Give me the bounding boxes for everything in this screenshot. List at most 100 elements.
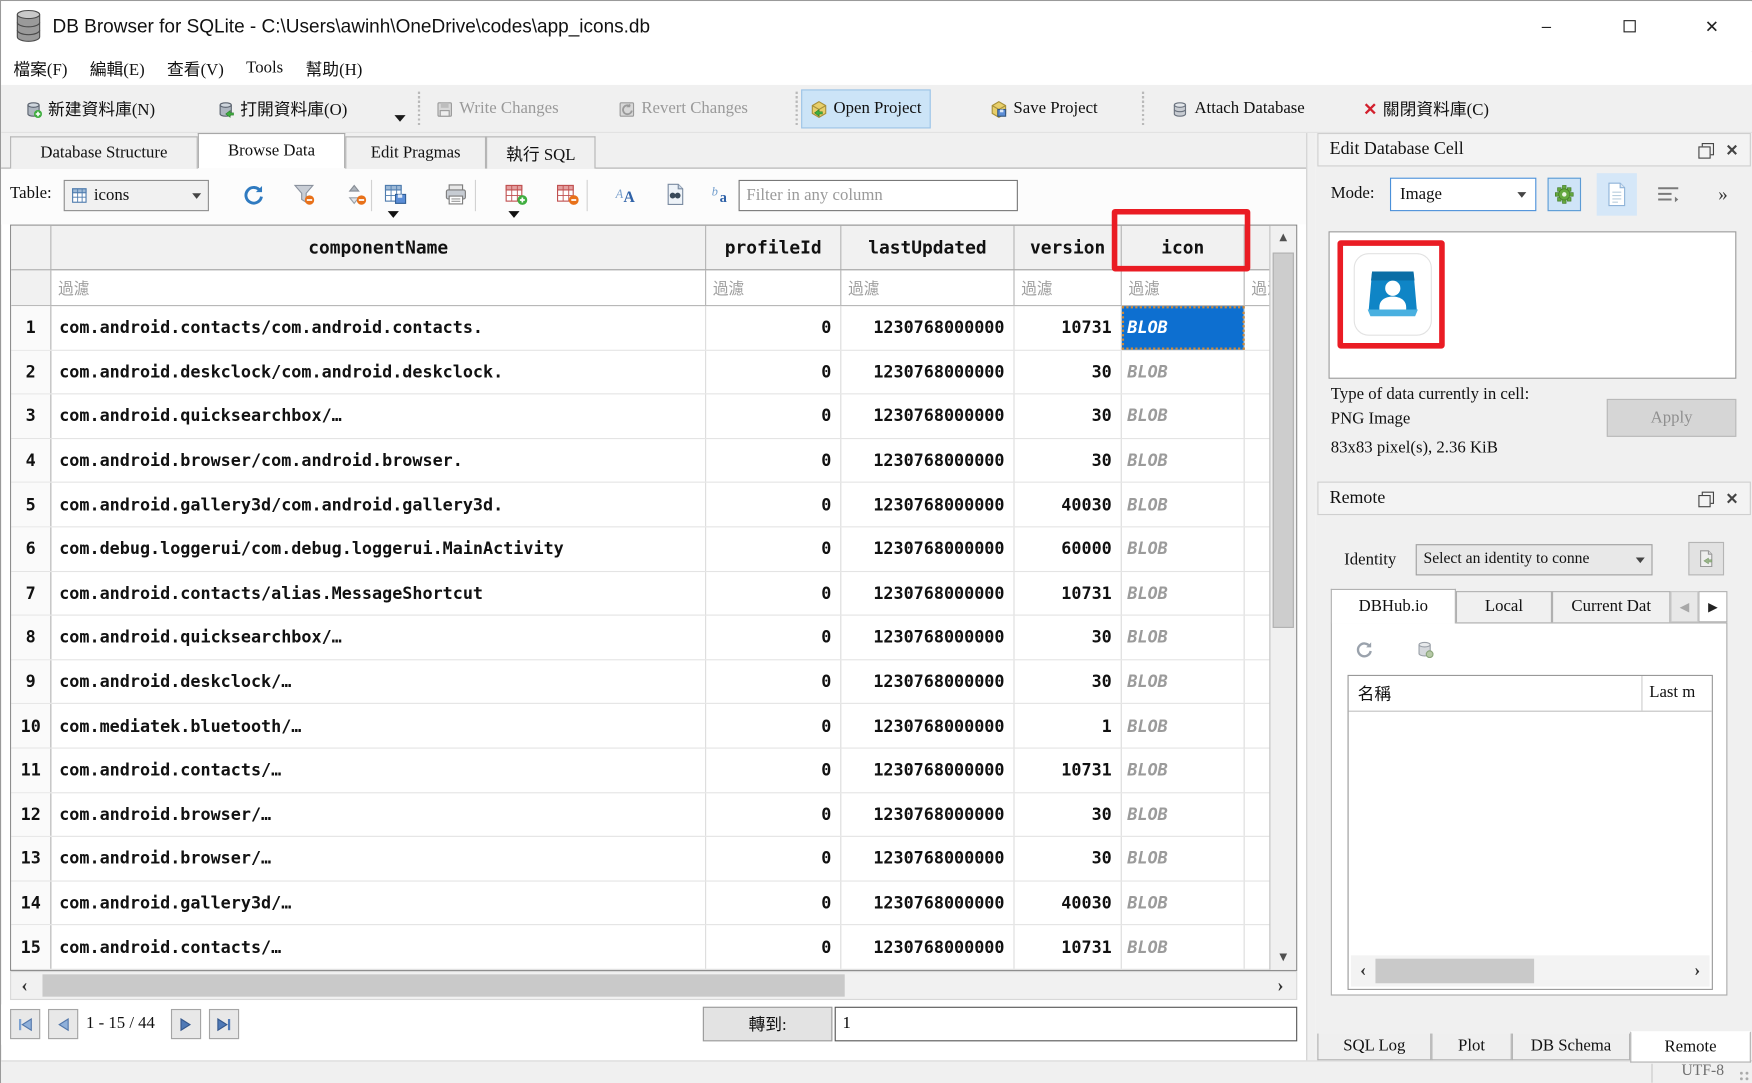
menu-item-tools[interactable]: Tools xyxy=(235,51,294,85)
cell-componentName[interactable]: com.android.deskclock/com.android.deskcl… xyxy=(51,350,706,393)
encoding-status[interactable]: UTF-8 xyxy=(1681,1063,1724,1081)
revert-changes-button[interactable]: Revert Changes xyxy=(610,89,756,128)
cell-version[interactable]: 60000 xyxy=(1015,527,1122,570)
row-number[interactable]: 4 xyxy=(11,439,51,482)
word-wrap-button[interactable] xyxy=(1653,180,1684,209)
row-number[interactable]: 6 xyxy=(11,527,51,570)
filter-input-icon[interactable]: 過濾 xyxy=(1122,270,1245,305)
vertical-scrollbar[interactable]: ▲ ▼ xyxy=(1269,226,1296,970)
row-number[interactable]: 5 xyxy=(11,483,51,526)
cell-profileId[interactable]: 0 xyxy=(706,483,841,526)
cell-lastUpdated[interactable]: 1230768000000 xyxy=(841,837,1014,880)
close-button[interactable]: ✕ xyxy=(1670,1,1752,51)
cell-componentName[interactable]: com.android.contacts/com.android.contact… xyxy=(51,306,706,349)
cell-icon[interactable]: BLOB xyxy=(1122,660,1245,703)
scroll-down-icon[interactable]: ▼ xyxy=(1270,945,1296,970)
menu-item-view[interactable]: 查看(V) xyxy=(156,51,235,85)
cell-version[interactable]: 10731 xyxy=(1015,572,1122,615)
cell-version[interactable]: 1 xyxy=(1015,704,1122,747)
dock-tab-plot[interactable]: Plot xyxy=(1431,1034,1511,1061)
cell-lastUpdated[interactable]: 1230768000000 xyxy=(841,660,1014,703)
cell-componentName[interactable]: com.android.quicksearchbox/… xyxy=(51,395,706,438)
goto-button[interactable]: 轉到: xyxy=(703,1007,833,1042)
write-changes-button[interactable]: Write Changes xyxy=(428,89,566,128)
column-header-name[interactable]: 名稱 xyxy=(1349,676,1643,711)
cell-icon[interactable]: BLOB xyxy=(1122,395,1245,438)
scroll-up-icon[interactable]: ▲ xyxy=(1270,226,1296,251)
scrollbar-thumb[interactable] xyxy=(1375,959,1534,984)
maximize-button[interactable] xyxy=(1588,1,1671,51)
cell-version[interactable]: 30 xyxy=(1015,660,1122,703)
filter-any-column-input[interactable] xyxy=(739,180,1018,211)
table-row[interactable]: 5com.android.gallery3d/com.android.galle… xyxy=(11,483,1296,527)
dock-tab-sql-log[interactable]: SQL Log xyxy=(1317,1034,1431,1061)
cell-componentName[interactable]: com.android.contacts/… xyxy=(51,926,706,969)
toolbar-overflow-button[interactable]: » xyxy=(1706,178,1737,212)
cell-version[interactable]: 30 xyxy=(1015,616,1122,659)
refresh-button[interactable] xyxy=(239,180,268,209)
row-number[interactable]: 12 xyxy=(11,793,51,836)
cell-lastUpdated[interactable]: 1230768000000 xyxy=(841,704,1014,747)
cell-componentName[interactable]: com.android.browser/… xyxy=(51,793,706,836)
print-button[interactable] xyxy=(441,180,470,209)
row-number[interactable]: 3 xyxy=(11,395,51,438)
cell-icon[interactable]: BLOB xyxy=(1122,350,1245,393)
table-row[interactable]: 7com.android.contacts/alias.MessageShort… xyxy=(11,572,1296,616)
clear-sorting-button[interactable] xyxy=(341,180,370,209)
cell-profileId[interactable]: 0 xyxy=(706,616,841,659)
column-header-last-modified[interactable]: Last m xyxy=(1643,684,1712,703)
cell-lastUpdated[interactable]: 1230768000000 xyxy=(841,395,1014,438)
tab-scroll-left-icon[interactable]: ◀ xyxy=(1670,591,1698,622)
cell-lastUpdated[interactable]: 1230768000000 xyxy=(841,572,1014,615)
open-database-button[interactable]: 打開資料庫(O) xyxy=(209,89,355,128)
table-row[interactable]: 3com.android.quicksearchbox/…01230768000… xyxy=(11,395,1296,439)
cell-profileId[interactable]: 0 xyxy=(706,660,841,703)
column-header-lastUpdated[interactable]: lastUpdated xyxy=(841,226,1014,270)
panel-splitter[interactable] xyxy=(1306,133,1315,1060)
table-row[interactable]: 11com.android.contacts/…0123076800000010… xyxy=(11,749,1296,793)
dock-tab-remote[interactable]: Remote xyxy=(1630,1031,1751,1062)
cell-icon[interactable]: BLOB xyxy=(1122,572,1245,615)
cell-version[interactable]: 30 xyxy=(1015,439,1122,482)
table-row[interactable]: 4com.android.browser/com.android.browser… xyxy=(11,439,1296,483)
column-header-profileId[interactable]: profileId xyxy=(706,226,841,270)
cell-componentName[interactable]: com.android.quicksearchbox/… xyxy=(51,616,706,659)
clear-filters-button[interactable] xyxy=(289,180,318,209)
cell-profileId[interactable]: 0 xyxy=(706,793,841,836)
find-in-cells-button[interactable] xyxy=(660,180,689,209)
menu-item-file[interactable]: 檔案(F) xyxy=(2,51,78,85)
row-number[interactable]: 11 xyxy=(11,749,51,792)
next-page-button[interactable] xyxy=(171,1009,201,1039)
column-header-version[interactable]: version xyxy=(1015,226,1122,270)
cell-lastUpdated[interactable]: 1230768000000 xyxy=(841,881,1014,924)
cell-icon[interactable]: BLOB xyxy=(1122,881,1245,924)
cell-profileId[interactable]: 0 xyxy=(706,926,841,969)
column-header-gutter[interactable] xyxy=(11,226,51,270)
table-row[interactable]: 9com.android.deskclock/…0123076800000030… xyxy=(11,660,1296,704)
cell-componentName[interactable]: com.android.deskclock/… xyxy=(51,660,706,703)
table-row[interactable]: 1com.android.contacts/com.android.contac… xyxy=(11,306,1296,350)
identity-select[interactable]: Select an identity to conne xyxy=(1416,544,1653,575)
column-header-componentName[interactable]: componentName xyxy=(51,226,706,270)
text-mode-button[interactable] xyxy=(1597,173,1637,215)
scroll-right-icon[interactable]: › xyxy=(1685,955,1710,986)
vertical-scrollbar-thumb[interactable] xyxy=(1273,253,1294,628)
previous-page-button[interactable] xyxy=(48,1009,78,1039)
encoding-button[interactable]: ba xyxy=(707,180,736,209)
cell-version[interactable]: 10731 xyxy=(1015,306,1122,349)
cell-profileId[interactable]: 0 xyxy=(706,881,841,924)
save-project-button[interactable]: Save Project xyxy=(982,89,1105,128)
cell-lastUpdated[interactable]: 1230768000000 xyxy=(841,616,1014,659)
filter-input-componentName[interactable]: 過濾 xyxy=(51,270,706,305)
cell-componentName[interactable]: com.android.browser/com.android.browser. xyxy=(51,439,706,482)
cell-componentName[interactable]: com.android.gallery3d/… xyxy=(51,881,706,924)
row-number[interactable]: 13 xyxy=(11,837,51,880)
tab-database-structure[interactable]: Database Structure xyxy=(10,136,198,168)
cell-profileId[interactable]: 0 xyxy=(706,572,841,615)
new-database-button[interactable]: 新建資料庫(N) xyxy=(17,89,163,128)
table-row[interactable]: 15com.android.contacts/…0123076800000010… xyxy=(11,926,1296,970)
scroll-left-icon[interactable]: ‹ xyxy=(11,972,38,999)
cell-profileId[interactable]: 0 xyxy=(706,350,841,393)
row-number[interactable]: 14 xyxy=(11,881,51,924)
filter-input-profileId[interactable]: 過濾 xyxy=(706,270,841,305)
